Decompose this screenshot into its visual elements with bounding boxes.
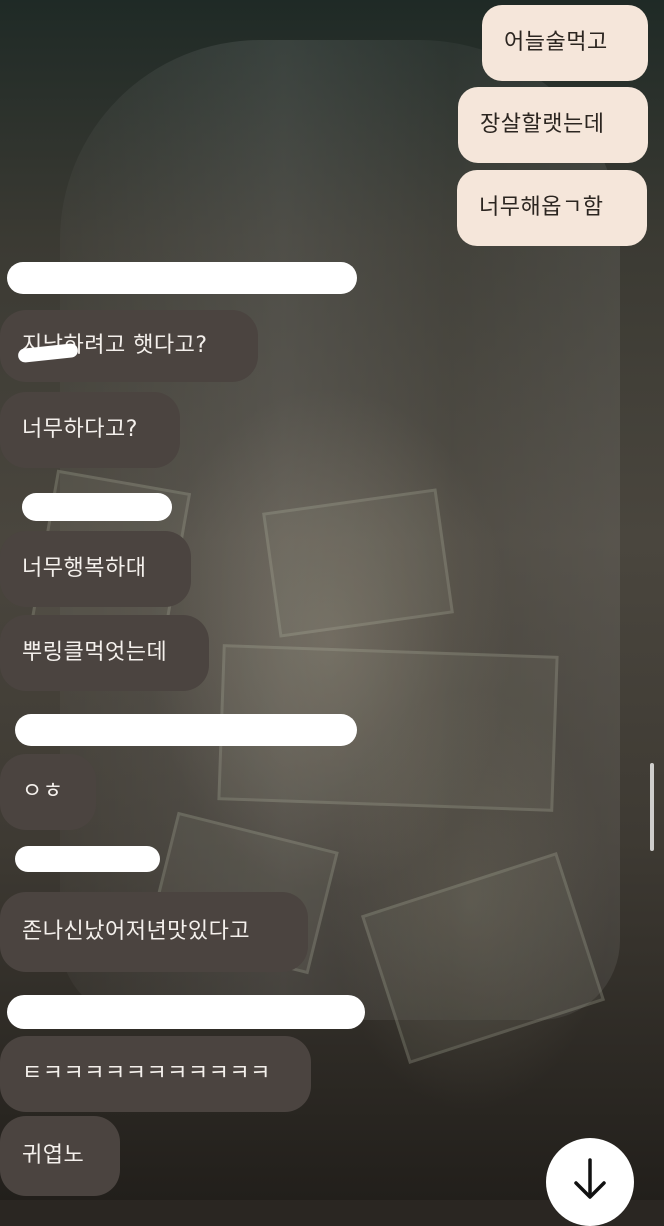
received-message[interactable]: 존나신났어저년맛있다고 <box>0 892 308 972</box>
redacted-sender-name <box>15 846 160 872</box>
sent-message[interactable]: 너무해옵ㄱ함 <box>457 170 647 246</box>
redacted-sender-name <box>22 493 172 521</box>
sent-message[interactable]: 어늘술먹고 <box>482 5 648 81</box>
redacted-sender-name <box>15 714 357 746</box>
received-message[interactable]: 너무행복하대 <box>0 531 191 607</box>
scrollbar[interactable] <box>650 763 654 851</box>
received-message[interactable]: 뿌링클먹엇는데 <box>0 615 209 691</box>
arrow-down-icon <box>574 1158 606 1199</box>
received-message[interactable]: 귀엽노 <box>0 1116 120 1196</box>
scroll-to-bottom-button[interactable] <box>546 1138 634 1226</box>
sent-message[interactable]: 장살할랫는데 <box>458 87 648 163</box>
received-message[interactable]: 너무하다고? <box>0 392 180 468</box>
received-message[interactable]: ㅇㅎ <box>0 754 96 830</box>
redacted-sender-name <box>7 995 365 1029</box>
received-message[interactable]: ㅌㅋㅋㅋㅋㅋㅋㅋㅋㅋㅋㅋ <box>0 1036 311 1112</box>
redacted-sender-name <box>7 262 357 294</box>
banknote-background <box>262 488 454 638</box>
